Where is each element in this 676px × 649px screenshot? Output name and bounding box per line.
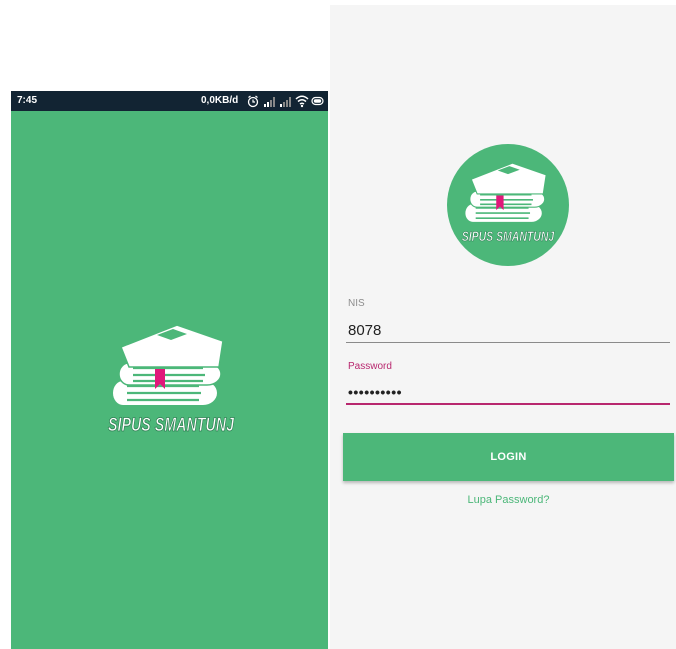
splash-screen: 7:45 0,0KB/d SIPUS SMANTUNJ (11, 91, 328, 649)
password-label: Password (348, 361, 392, 372)
signal-icon (280, 97, 291, 107)
nis-underline (346, 342, 670, 343)
status-time: 7:45 (17, 95, 38, 106)
nis-input[interactable] (348, 319, 670, 341)
status-bar: 7:45 0,0KB/d (11, 91, 328, 111)
battery-icon (311, 96, 324, 106)
app-logo: SIPUS SMANTUNJ (108, 324, 235, 436)
app-logo: SIPUS SMANTUNJ (461, 162, 555, 244)
password-underline (346, 403, 670, 405)
nis-label: NIS (348, 298, 365, 309)
alarm-icon (247, 95, 259, 108)
forgot-password-link[interactable]: Lupa Password? (330, 494, 676, 506)
password-input[interactable]: •••••••••• (348, 381, 670, 403)
logo-text: SIPUS SMANTUNJ (108, 415, 234, 436)
wifi-icon (295, 95, 309, 108)
status-net-speed: 0,0KB/d (201, 95, 239, 106)
logo-text: SIPUS SMANTUNJ (462, 228, 555, 244)
logo-circle: SIPUS SMANTUNJ (447, 144, 569, 266)
login-button[interactable]: LOGIN (343, 433, 674, 481)
signal-icon (264, 97, 275, 107)
login-screen: SIPUS SMANTUNJ NIS Password •••••••••• L… (330, 5, 676, 649)
